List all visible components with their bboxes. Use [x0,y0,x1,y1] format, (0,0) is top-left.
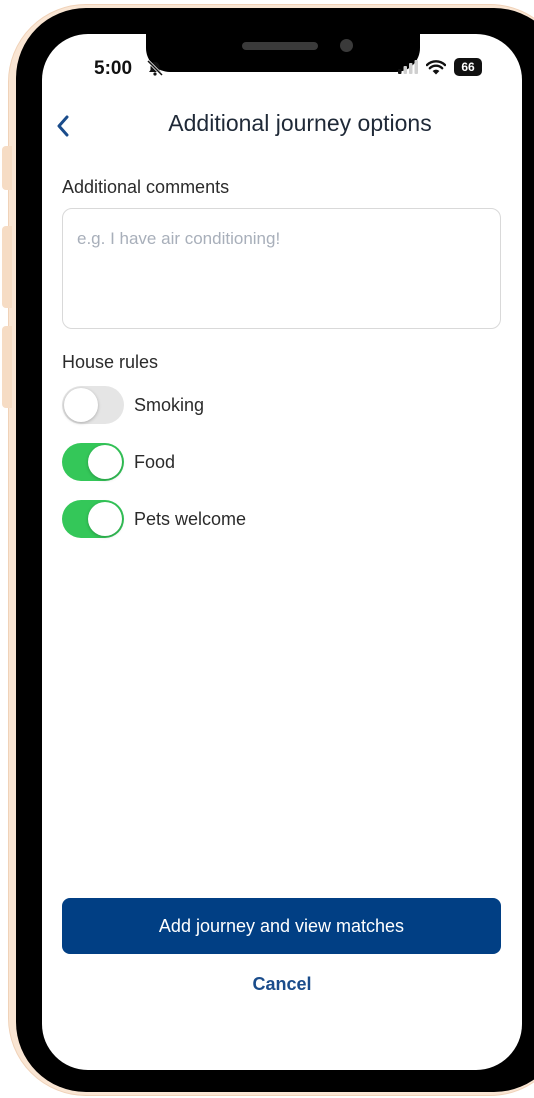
cancel-button[interactable]: Cancel [42,974,522,995]
pets-welcome-toggle[interactable] [62,500,124,538]
phone-side-button [2,146,12,190]
phone-volume-up-button [2,226,12,308]
rule-label-food: Food [134,451,176,472]
page-title: Additional journey options [168,110,432,136]
rule-label-smoking: Smoking [134,394,205,415]
toggle-knob [64,388,98,422]
smoking-toggle[interactable] [62,386,124,424]
comments-label: Additional comments [62,177,230,197]
front-camera [340,39,353,52]
status-time: 5:00 [94,58,133,79]
add-journey-button[interactable]: Add journey and view matches [62,898,501,954]
phone-screen: 5:00 66 Additional journey options Addit… [42,34,522,1070]
rule-row-pets[interactable]: Pets welcome [62,500,246,538]
rule-row-smoking[interactable]: Smoking [62,386,204,424]
status-icons: 66 [398,58,482,76]
speaker [242,42,318,50]
toggle-knob [88,502,122,536]
phone-volume-down-button [2,326,12,408]
bell-slash-icon [146,60,164,76]
house-rules-label: House rules [62,352,159,372]
rule-label-pets: Pets welcome [134,508,247,529]
battery-icon: 66 [454,58,482,76]
signal-icon [398,60,418,74]
food-toggle[interactable] [62,443,124,481]
additional-comments-input[interactable] [62,208,501,329]
wifi-icon [426,59,446,74]
app-stage: 5:00 66 Additional journey options Addit… [0,0,534,1098]
rule-row-food[interactable]: Food [62,443,175,481]
phone-notch [146,34,420,72]
toggle-knob [88,445,122,479]
